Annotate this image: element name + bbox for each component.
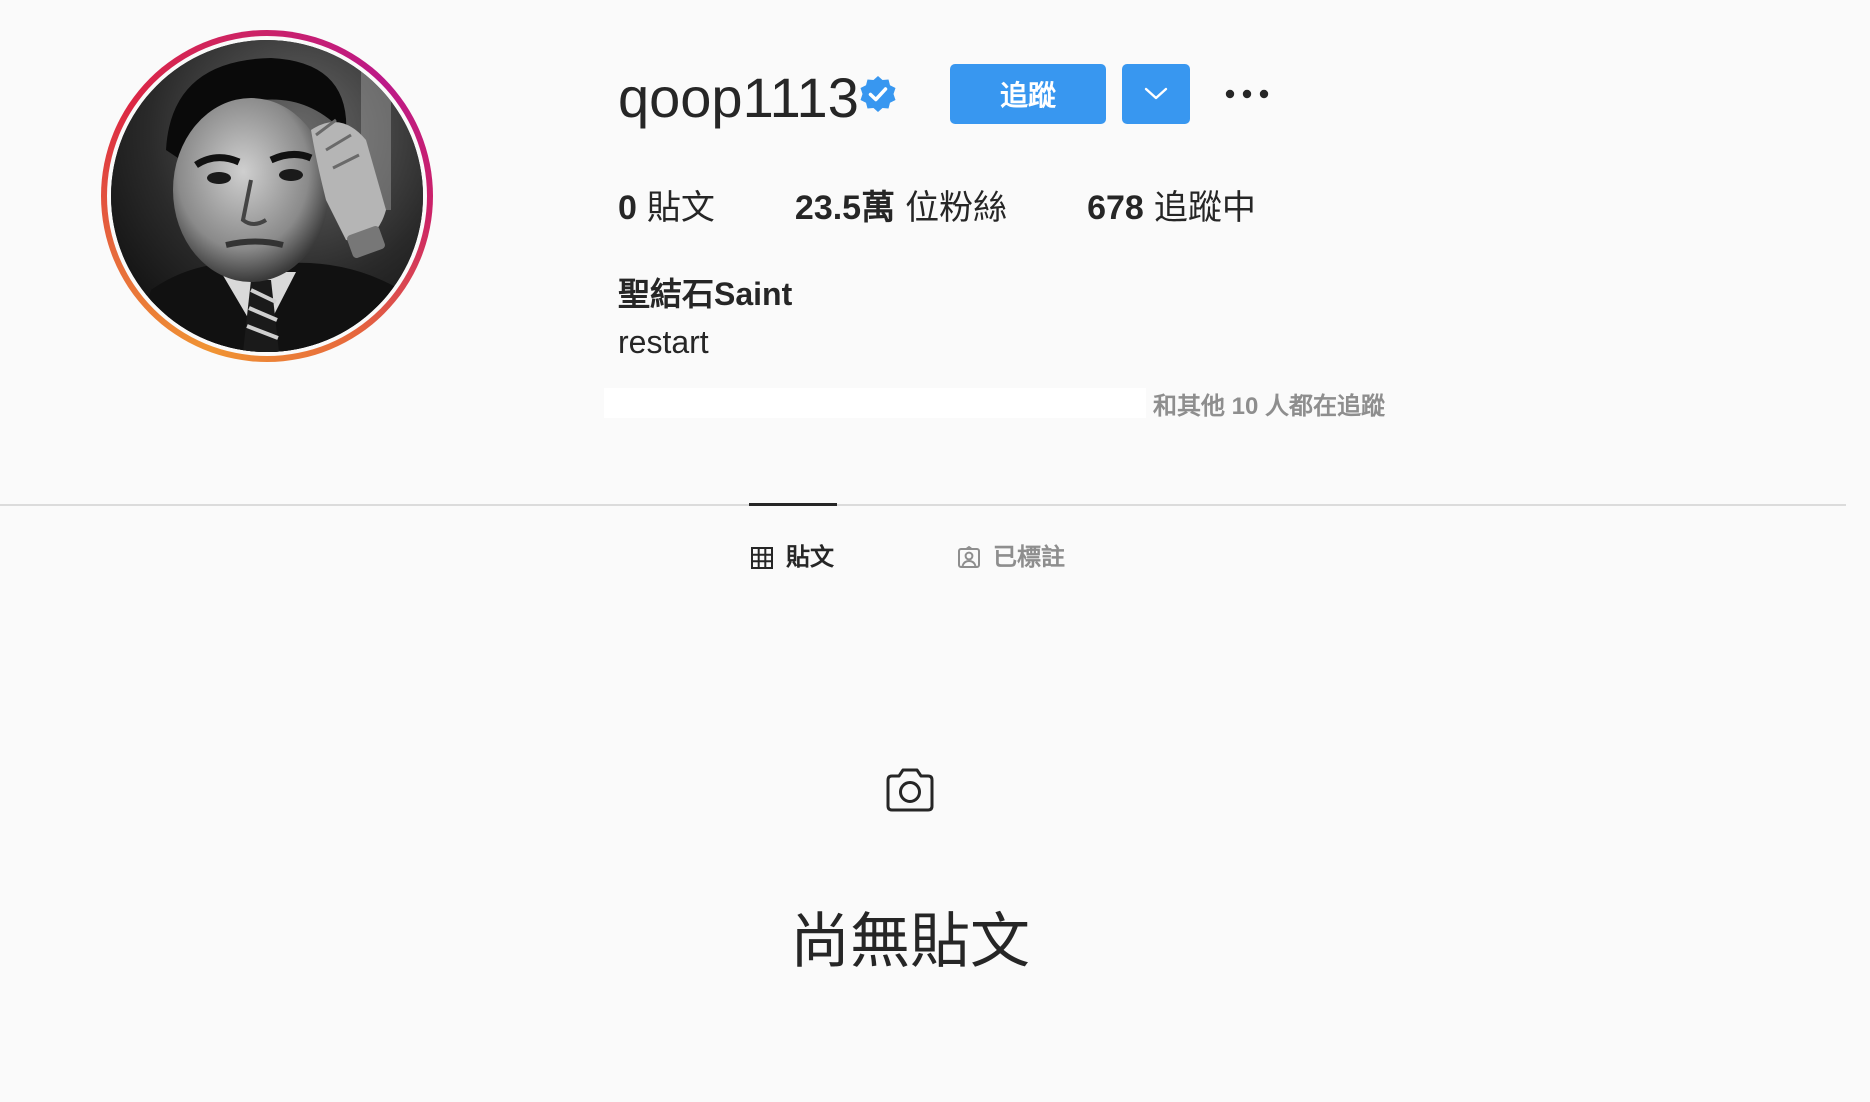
chevron-down-icon xyxy=(1144,87,1168,100)
avatar[interactable] xyxy=(111,40,423,352)
posts-count-number: 0 xyxy=(618,189,637,227)
tab-tagged-label: 已標註 xyxy=(993,544,1065,571)
more-icon xyxy=(1225,89,1269,99)
tab-posts-label: 貼文 xyxy=(786,544,834,571)
tab-tagged[interactable]: 已標註 xyxy=(957,540,1065,576)
active-tab-indicator xyxy=(749,503,837,506)
posts-count: 0 貼文 xyxy=(618,186,715,230)
full-name: 聖結石Saint xyxy=(618,276,793,312)
following-count[interactable]: 678 追蹤中 xyxy=(1087,186,1256,230)
following-count-number: 678 xyxy=(1087,189,1144,227)
tabs-divider xyxy=(0,504,1846,506)
grid-icon xyxy=(751,547,773,569)
suggested-accounts-dropdown-button[interactable] xyxy=(1122,64,1190,124)
verified-badge-icon xyxy=(860,76,896,112)
following-count-label: 追蹤中 xyxy=(1153,189,1256,227)
followers-count[interactable]: 23.5萬 位粉絲 xyxy=(795,186,1007,230)
tab-posts[interactable]: 貼文 xyxy=(750,540,834,576)
follow-button[interactable]: 追蹤 xyxy=(950,64,1106,124)
empty-posts-message: 尚無貼文 xyxy=(790,908,1030,975)
profile-page: qoop1113 追蹤 0 貼文 23.5萬 位粉絲 678 追蹤中 聖結石Saint… xyxy=(0,0,1870,1102)
followers-count-number: 23.5萬 xyxy=(794,189,896,227)
followers-count-label: 位粉絲 xyxy=(905,189,1008,227)
bio: restart xyxy=(618,324,709,360)
camera-icon xyxy=(886,768,934,812)
redacted-followers-area xyxy=(604,388,1146,418)
story-ring[interactable] xyxy=(101,30,433,362)
profile-stats: 0 貼文 23.5萬 位粉絲 678 追蹤中 xyxy=(618,186,1336,230)
username: qoop1113 xyxy=(618,66,859,129)
more-options-button[interactable] xyxy=(1222,74,1272,114)
tagged-person-icon xyxy=(958,546,980,568)
posts-count-label: 貼文 xyxy=(646,189,715,227)
followed-by-text[interactable]: 和其他 10 人都在追蹤 xyxy=(1153,392,1385,422)
avatar-photo xyxy=(111,40,423,352)
